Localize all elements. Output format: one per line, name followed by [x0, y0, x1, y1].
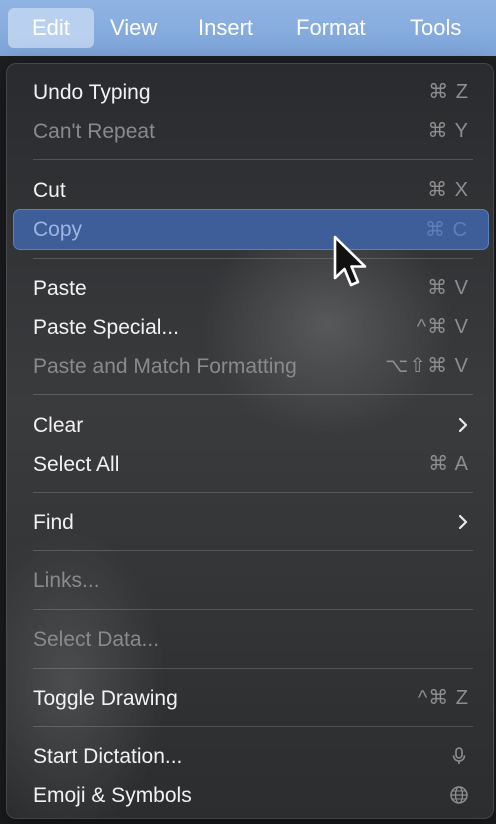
menu-item-toggle-drawing[interactable]: Toggle Drawing ^⌘ Z: [15, 679, 487, 718]
menu-item-label: Paste: [33, 277, 87, 300]
menu-item-label: Paste and Match Formatting: [33, 355, 297, 378]
menu-separator: [33, 258, 473, 259]
menu-item-label: Clear: [33, 414, 84, 437]
menu-item-clear[interactable]: Clear: [15, 406, 487, 445]
menu-separator: [33, 609, 473, 610]
globe-icon: [450, 786, 468, 804]
chevron-right-icon: [458, 417, 468, 433]
menu-item-start-dictation[interactable]: Start Dictation...: [15, 737, 487, 776]
chevron-right-icon: [458, 514, 468, 530]
menu-separator: [33, 668, 473, 669]
menu-item-label: Copy: [33, 218, 83, 241]
menu-item-emoji-symbols[interactable]: Emoji & Symbols: [15, 776, 487, 815]
menu-item-label: Can't Repeat: [33, 120, 155, 143]
menu-item-select-data: Select Data...: [15, 620, 487, 659]
shortcut-label: ⌘ Z: [428, 81, 469, 103]
menu-item-label: Select All: [33, 453, 120, 476]
edit-menu-dropdown: Undo Typing ⌘ Z Can't Repeat ⌘ Y Cut ⌘ X…: [6, 63, 494, 819]
menu-item-label: Start Dictation...: [33, 745, 183, 768]
menu-item-paste-special[interactable]: Paste Special... ^⌘ V: [15, 308, 487, 347]
menu-item-cut[interactable]: Cut ⌘ X: [15, 171, 487, 210]
menu-edit[interactable]: Edit: [8, 8, 94, 48]
shortcut-label: ^⌘ Z: [417, 687, 469, 709]
menu-bar: Edit View Insert Format Tools: [0, 0, 496, 56]
shortcut-label: ^⌘ V: [416, 316, 469, 338]
shortcut-label: ⌘ C: [425, 219, 468, 241]
menu-item-label: Select Data...: [33, 628, 160, 651]
mouse-pointer-icon: [333, 235, 367, 287]
shortcut-label: ⌘ V: [427, 277, 469, 299]
menu-item-label: Paste Special...: [33, 316, 179, 339]
menu-insert[interactable]: Insert: [184, 8, 267, 48]
menu-item-copy[interactable]: Copy ⌘ C: [13, 209, 489, 250]
menu-separator: [33, 394, 473, 395]
menu-item-cant-repeat: Can't Repeat ⌘ Y: [15, 112, 487, 151]
menu-separator: [33, 550, 473, 551]
menu-separator: [33, 726, 473, 727]
menu-format[interactable]: Format: [282, 8, 380, 48]
menu-item-undo-typing[interactable]: Undo Typing ⌘ Z: [15, 73, 487, 112]
menu-separator: [33, 492, 473, 493]
menu-item-label: Cut: [33, 179, 66, 202]
menu-item-label: Toggle Drawing: [33, 687, 178, 710]
menu-item-links: Links...: [15, 561, 487, 600]
menu-item-paste[interactable]: Paste ⌘ V: [15, 269, 487, 308]
shortcut-label: ⌘ A: [428, 453, 469, 475]
shortcut-label: ⌘ X: [427, 179, 469, 201]
menu-item-find[interactable]: Find: [15, 503, 487, 542]
microphone-icon: [452, 747, 466, 764]
menu-tools[interactable]: Tools: [396, 8, 475, 48]
menu-view[interactable]: View: [96, 8, 171, 48]
shortcut-label: ⌥⇧⌘ V: [385, 355, 469, 377]
menu-item-label: Emoji & Symbols: [33, 784, 192, 807]
menu-item-paste-and-match-formatting: Paste and Match Formatting ⌥⇧⌘ V: [15, 347, 487, 386]
menu-item-label: Undo Typing: [33, 81, 151, 104]
menu-item-select-all[interactable]: Select All ⌘ A: [15, 445, 487, 484]
menu-item-label: Links...: [33, 569, 100, 592]
shortcut-label: ⌘ Y: [427, 120, 469, 142]
menu-separator: [33, 159, 473, 160]
menu-item-label: Find: [33, 511, 74, 534]
